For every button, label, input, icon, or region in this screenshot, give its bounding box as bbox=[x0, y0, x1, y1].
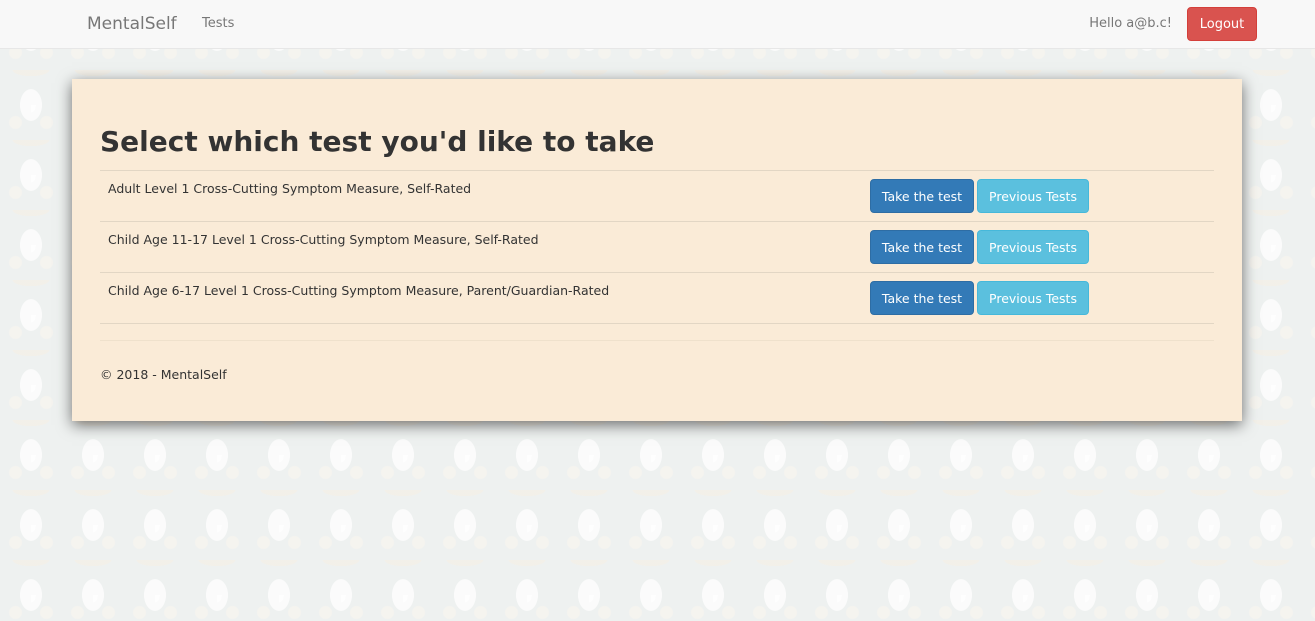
brand-link[interactable]: MentalSelf bbox=[87, 14, 177, 34]
test-name: Adult Level 1 Cross-Cutting Symptom Meas… bbox=[108, 181, 472, 196]
nav-link-tests[interactable]: Tests bbox=[202, 16, 234, 31]
take-test-button[interactable]: Take the test bbox=[870, 179, 974, 213]
test-name: Child Age 6-17 Level 1 Cross-Cutting Sym… bbox=[108, 283, 610, 298]
user-greeting[interactable]: Hello a@b.c! bbox=[1089, 16, 1172, 31]
previous-tests-button[interactable]: Previous Tests bbox=[977, 281, 1089, 315]
take-test-button[interactable]: Take the test bbox=[870, 230, 974, 264]
table-row: Adult Level 1 Cross-Cutting Symptom Meas… bbox=[100, 170, 1214, 221]
main-panel: Select which test you'd like to take Adu… bbox=[72, 79, 1242, 421]
page-title: Select which test you'd like to take bbox=[100, 125, 655, 158]
table-row: Child Age 11-17 Level 1 Cross-Cutting Sy… bbox=[100, 221, 1214, 272]
footer-divider bbox=[100, 340, 1214, 341]
previous-tests-button[interactable]: Previous Tests bbox=[977, 230, 1089, 264]
footer-text: © 2018 - MentalSelf bbox=[100, 367, 227, 382]
table-row: Child Age 6-17 Level 1 Cross-Cutting Sym… bbox=[100, 272, 1214, 324]
logout-button[interactable]: Logout bbox=[1187, 7, 1257, 41]
test-name: Child Age 11-17 Level 1 Cross-Cutting Sy… bbox=[108, 232, 539, 247]
previous-tests-button[interactable]: Previous Tests bbox=[977, 179, 1089, 213]
take-test-button[interactable]: Take the test bbox=[870, 281, 974, 315]
tests-table: Adult Level 1 Cross-Cutting Symptom Meas… bbox=[100, 170, 1214, 324]
top-navbar: MentalSelf Tests Hello a@b.c! Logout bbox=[0, 0, 1315, 49]
